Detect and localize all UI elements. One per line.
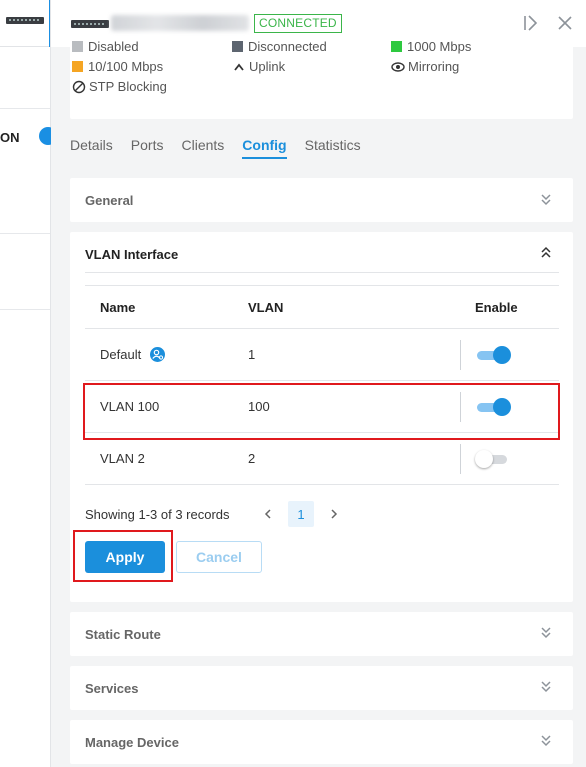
collapse-drawer-icon[interactable] xyxy=(521,13,541,33)
table-header: Name VLAN Enable xyxy=(85,285,559,329)
section-title: Services xyxy=(85,681,139,696)
chevron-down-icon[interactable] xyxy=(539,625,553,639)
section-static-route[interactable]: Static Route xyxy=(70,612,573,656)
legend-label: Disconnected xyxy=(248,39,327,54)
background-row xyxy=(0,234,50,310)
column-divider xyxy=(460,392,461,422)
legend-stp-blocking: STP Blocking xyxy=(72,79,167,94)
enable-toggle[interactable] xyxy=(475,398,511,416)
chevron-up-icon[interactable] xyxy=(539,246,553,260)
legend-mirroring: Mirroring xyxy=(391,59,459,74)
cancel-button[interactable]: Cancel xyxy=(176,541,262,573)
section-title[interactable]: VLAN Interface xyxy=(85,247,178,262)
page-number-button[interactable]: 1 xyxy=(288,501,314,527)
legend-disconnected: Disconnected xyxy=(232,39,327,54)
enable-toggle[interactable] xyxy=(475,346,511,364)
vlan-id: 1 xyxy=(248,347,256,362)
background-row xyxy=(0,150,50,234)
drawer-body: Disabled Disconnected 1000 Mbps 10/100 M… xyxy=(51,39,586,767)
tab-config[interactable]: Config xyxy=(242,137,287,159)
vlan-name: VLAN 2 xyxy=(100,451,145,466)
switch-device-icon xyxy=(71,20,109,28)
section-general[interactable]: General xyxy=(70,178,573,222)
enable-toggle[interactable] xyxy=(475,450,511,468)
section-manage-device[interactable]: Manage Device xyxy=(70,720,573,764)
legend-1000mbps: 1000 Mbps xyxy=(391,39,471,54)
prev-page-button[interactable] xyxy=(255,501,281,527)
column-header-enable: Enable xyxy=(475,300,518,315)
table-row: VLAN 100 100 xyxy=(85,381,559,433)
status-badge: CONNECTED xyxy=(254,14,342,33)
vlan-table: Name VLAN Enable Default 1 VLAN 100 100 xyxy=(85,285,559,485)
divider xyxy=(85,272,559,273)
legend-label: STP Blocking xyxy=(89,79,167,94)
port-legend: Disabled Disconnected 1000 Mbps 10/100 M… xyxy=(70,39,573,119)
vlan-name: VLAN 100 xyxy=(100,399,160,414)
legend-swatch xyxy=(391,41,402,52)
section-title: Manage Device xyxy=(85,735,179,750)
tab-ports[interactable]: Ports xyxy=(131,137,164,159)
eye-icon xyxy=(391,61,405,72)
legend-label: 10/100 Mbps xyxy=(88,59,164,74)
vlan-name-cell: Default xyxy=(100,347,165,362)
tab-statistics[interactable]: Statistics xyxy=(305,137,361,159)
chevron-down-icon[interactable] xyxy=(539,679,553,693)
chevron-up-icon xyxy=(234,63,244,71)
legend-label: Mirroring xyxy=(408,59,460,74)
background-row xyxy=(0,64,50,109)
legend-disabled: Disabled xyxy=(72,39,139,54)
legend-swatch xyxy=(72,41,83,52)
chevron-down-icon[interactable] xyxy=(539,733,553,747)
blocked-icon xyxy=(72,80,86,93)
section-services[interactable]: Services xyxy=(70,666,573,710)
next-page-button[interactable] xyxy=(321,501,347,527)
chevron-left-icon xyxy=(264,509,271,519)
apply-button[interactable]: Apply xyxy=(85,541,165,573)
close-icon[interactable] xyxy=(555,13,575,33)
section-title: Static Route xyxy=(85,627,161,642)
table-row: VLAN 2 2 xyxy=(85,433,559,485)
section-title: General xyxy=(85,193,134,208)
legend-label: Uplink xyxy=(249,59,286,74)
user-info-icon[interactable] xyxy=(149,347,165,362)
vlan-name: Default xyxy=(100,347,142,362)
chevron-down-icon[interactable] xyxy=(539,192,553,206)
tab-clients[interactable]: Clients xyxy=(181,137,224,159)
background-column-header: ON xyxy=(0,130,20,145)
legend-10-100mbps: 10/100 Mbps xyxy=(72,59,163,74)
background-panel: ON xyxy=(0,0,51,767)
table-row: Default 1 xyxy=(85,329,559,381)
background-topbar xyxy=(0,0,50,47)
legend-swatch xyxy=(72,61,83,72)
legend-uplink: Uplink xyxy=(232,59,285,74)
column-divider xyxy=(460,340,461,370)
vlan-id: 100 xyxy=(248,399,270,414)
column-header-name: Name xyxy=(100,300,136,315)
column-divider xyxy=(460,444,461,474)
tab-details[interactable]: Details xyxy=(70,137,113,159)
device-thumbnail-icon xyxy=(6,17,44,24)
column-header-vlan: VLAN xyxy=(248,300,284,315)
vlan-id: 2 xyxy=(248,451,256,466)
device-tabs: Details Ports Clients Config Statistics xyxy=(70,137,379,159)
section-vlan-interface: VLAN Interface Name VLAN Enable Default … xyxy=(70,232,573,602)
legend-label: Disabled xyxy=(88,39,139,54)
legend-label: 1000 Mbps xyxy=(407,39,472,54)
pagination-summary: Showing 1-3 of 3 records xyxy=(85,507,230,522)
device-mac-redacted xyxy=(111,15,249,31)
chevron-right-icon xyxy=(331,509,338,519)
legend-swatch xyxy=(232,41,243,52)
